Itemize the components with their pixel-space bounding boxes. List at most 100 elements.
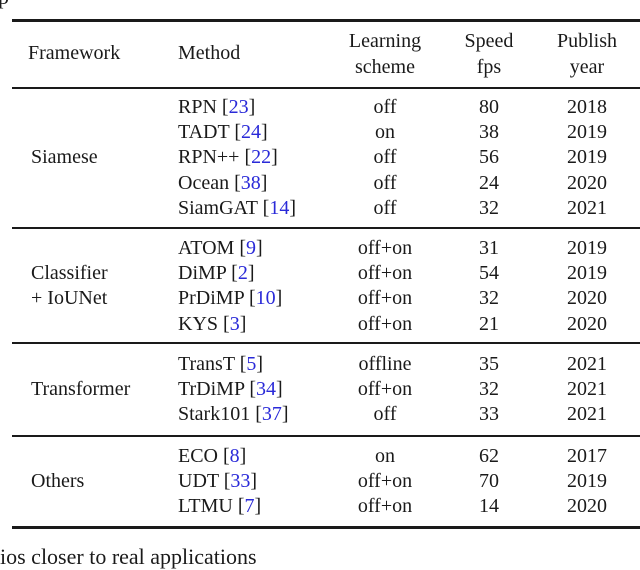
speed-fps-cell: 80 bbox=[479, 96, 499, 118]
publish-year-cell: 2020 bbox=[567, 312, 607, 335]
header-speed-line2: fps bbox=[476, 56, 502, 78]
method-name: PrDiMP bbox=[178, 287, 244, 310]
framework-label: Classifier bbox=[31, 262, 108, 285]
header-year-line1: Publish bbox=[556, 30, 618, 52]
method-cell: TrDiMP [34] bbox=[178, 378, 283, 401]
citation-link[interactable]: 22 bbox=[251, 146, 271, 168]
method-cell: KYS [3] bbox=[178, 312, 247, 335]
bottom-rule bbox=[12, 526, 640, 529]
group-separator-rule bbox=[12, 342, 640, 344]
method-name: UDT bbox=[178, 470, 219, 493]
learning-scheme-cell: off bbox=[373, 96, 397, 118]
publish-year-cell: 2017 bbox=[567, 445, 607, 467]
speed-fps-cell: 54 bbox=[479, 262, 499, 285]
speed-fps-cell: 32 bbox=[479, 287, 499, 310]
learning-scheme-cell: off bbox=[373, 196, 397, 219]
citation-link[interactable]: 9 bbox=[246, 237, 256, 259]
citation-link[interactable]: 24 bbox=[241, 121, 261, 143]
learning-scheme-cell: off bbox=[373, 403, 397, 426]
learning-scheme-cell: off+on bbox=[357, 237, 413, 259]
citation-link[interactable]: 7 bbox=[245, 495, 255, 517]
method-cell: UDT [33] bbox=[178, 470, 258, 493]
speed-fps-cell: 21 bbox=[479, 312, 499, 335]
speed-fps-cell: 24 bbox=[479, 171, 499, 194]
method-cell: PrDiMP [10] bbox=[178, 287, 283, 310]
publish-year-cell: 2020 bbox=[567, 171, 607, 194]
group-separator-rule bbox=[12, 435, 640, 437]
citation-link[interactable]: 14 bbox=[269, 197, 289, 219]
framework-label: + IoUNet bbox=[31, 287, 108, 310]
publish-year-cell: 2021 bbox=[567, 353, 607, 375]
header-speed-line1: Speed bbox=[464, 30, 514, 52]
learning-scheme-cell: off+on bbox=[357, 495, 413, 518]
citation-link[interactable]: 33 bbox=[230, 470, 250, 492]
header-rule bbox=[12, 87, 640, 89]
method-cell: Stark101 [37] bbox=[178, 403, 289, 426]
method-cell: RPN [23] bbox=[178, 96, 256, 118]
method-cell: SiamGAT [14] bbox=[178, 196, 296, 219]
method-cell: RPN++ [22] bbox=[178, 146, 278, 169]
method-name: ATOM bbox=[178, 237, 235, 259]
publish-year-cell: 2020 bbox=[567, 287, 607, 310]
framework-label: Siamese bbox=[31, 146, 98, 169]
speed-fps-cell: 14 bbox=[479, 495, 499, 518]
speed-fps-cell: 33 bbox=[479, 403, 499, 426]
method-name: TADT bbox=[178, 121, 230, 144]
learning-scheme-cell: off+on bbox=[357, 262, 413, 285]
publish-year-cell: 2019 bbox=[567, 146, 607, 169]
header-framework: Framework bbox=[28, 42, 121, 64]
learning-scheme-cell: off+on bbox=[357, 287, 413, 310]
method-cell: ECO [8] bbox=[178, 445, 247, 467]
method-name: RPN++ bbox=[178, 146, 240, 169]
top-text-fragment: p bbox=[0, 0, 9, 8]
learning-scheme-cell: off bbox=[373, 146, 397, 169]
method-name: SiamGAT bbox=[178, 196, 258, 219]
learning-scheme-cell: off+on bbox=[357, 312, 413, 335]
method-cell: TransT [5] bbox=[178, 353, 264, 375]
speed-fps-cell: 31 bbox=[479, 237, 499, 259]
citation-link[interactable]: 37 bbox=[262, 403, 282, 425]
speed-fps-cell: 70 bbox=[479, 470, 499, 493]
speed-fps-cell: 38 bbox=[479, 121, 499, 144]
citation-link[interactable]: 38 bbox=[241, 172, 261, 194]
method-name: RPN bbox=[178, 96, 217, 118]
speed-fps-cell: 35 bbox=[479, 353, 499, 375]
learning-scheme-cell: on bbox=[375, 121, 395, 144]
speed-fps-cell: 32 bbox=[479, 378, 499, 401]
header-method: Method bbox=[178, 42, 241, 64]
publish-year-cell: 2019 bbox=[567, 237, 607, 259]
citation-link[interactable]: 2 bbox=[238, 262, 248, 284]
publish-year-cell: 2019 bbox=[567, 262, 607, 285]
citation-link[interactable]: 5 bbox=[246, 353, 256, 375]
learning-scheme-cell: off+on bbox=[357, 470, 413, 493]
learning-scheme-cell: off bbox=[373, 171, 397, 194]
method-name: TrDiMP bbox=[178, 378, 245, 401]
method-cell: DiMP [2] bbox=[178, 262, 255, 285]
top-rule bbox=[12, 19, 640, 22]
header-learning-line2: scheme bbox=[355, 56, 415, 78]
header-learning-line1: Learning bbox=[348, 30, 422, 52]
citation-link[interactable]: 34 bbox=[256, 378, 276, 400]
framework-label: Others bbox=[31, 470, 85, 493]
bottom-text-fragment: ios closer to real applications bbox=[0, 544, 257, 569]
speed-fps-cell: 56 bbox=[479, 146, 499, 169]
citation-link[interactable]: 23 bbox=[229, 96, 249, 118]
group-separator-rule bbox=[12, 227, 640, 229]
method-cell: LTMU [7] bbox=[178, 495, 262, 518]
citation-link[interactable]: 3 bbox=[230, 313, 240, 335]
framework-label: Transformer bbox=[31, 378, 131, 401]
citation-link[interactable]: 10 bbox=[256, 287, 276, 309]
speed-fps-cell: 32 bbox=[479, 196, 499, 219]
method-name: ECO bbox=[178, 445, 218, 467]
method-name: Stark101 bbox=[178, 403, 251, 426]
method-name: TransT bbox=[178, 353, 235, 375]
learning-scheme-cell: offline bbox=[358, 353, 412, 375]
publish-year-cell: 2020 bbox=[567, 495, 607, 518]
method-name: KYS bbox=[178, 312, 219, 335]
learning-scheme-cell: off+on bbox=[357, 378, 413, 401]
method-cell: TADT [24] bbox=[178, 121, 268, 144]
citation-link[interactable]: 8 bbox=[230, 445, 240, 467]
speed-fps-cell: 62 bbox=[479, 445, 499, 467]
publish-year-cell: 2019 bbox=[567, 121, 607, 144]
publish-year-cell: 2021 bbox=[567, 196, 607, 219]
